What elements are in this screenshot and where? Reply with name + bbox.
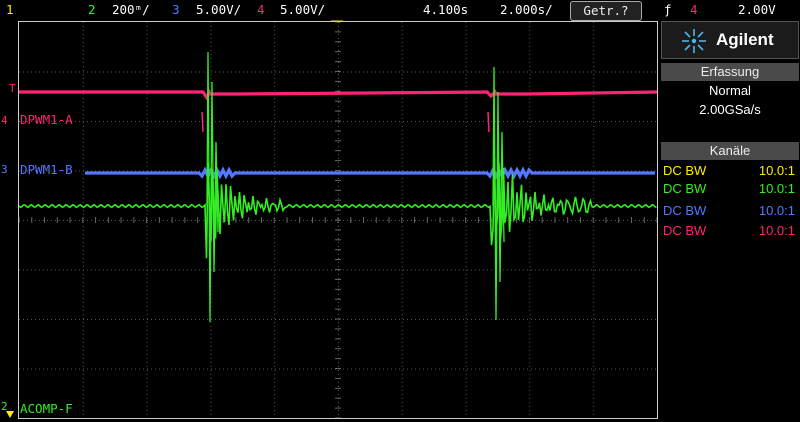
channels-header[interactable]: Kanäle <box>661 142 799 160</box>
waveform-display[interactable] <box>18 21 658 419</box>
ch3-probe: 10.0:1 <box>758 203 795 218</box>
ch4-edge-spikes <box>201 111 490 133</box>
ch2-label: ACOMP-F <box>20 401 73 416</box>
ch3-label: DPWM1-B <box>20 162 73 177</box>
ch4-ground-marker[interactable]: 4 <box>1 114 8 127</box>
brand-logo: Agilent <box>661 21 799 59</box>
brand-name: Agilent <box>716 30 774 49</box>
acquisition-header[interactable]: Erfassung <box>661 63 799 81</box>
ch4-probe: 10.0:1 <box>758 223 795 238</box>
ch1-ground-arrow-icon[interactable] <box>5 410 15 420</box>
ch4-label: DPWM1-A <box>20 112 73 127</box>
ch2-coupling: DC BW <box>663 181 707 196</box>
ch3-trace <box>85 166 655 180</box>
ch4-coupling: DC BW <box>663 223 707 238</box>
channel-row-4[interactable]: DC BW 10.0:1 <box>663 223 797 239</box>
acquisition-mode: Normal <box>709 83 751 98</box>
ch3-coupling: DC BW <box>663 203 707 218</box>
sample-rate: 2.00GSa/s <box>699 102 761 117</box>
channel-row-3[interactable]: DC BW 10.0:1 <box>663 203 797 219</box>
channel-row-1[interactable]: DC BW 10.0:1 <box>663 163 797 179</box>
side-panel: Agilent Erfassung Normal 2.00GSa/s Kanäl… <box>661 21 799 419</box>
channel-row-2[interactable]: DC BW 10.0:1 <box>663 181 797 197</box>
ch3-ground-marker[interactable]: 3 <box>1 163 8 176</box>
agilent-spark-icon <box>682 29 706 53</box>
ch4-trace <box>19 87 657 102</box>
trigger-level-marker[interactable]: T <box>9 82 16 95</box>
waveform-traces <box>19 51 657 323</box>
ch2-probe: 10.0:1 <box>758 181 795 196</box>
ch1-coupling: DC BW <box>663 163 707 178</box>
ch1-probe: 10.0:1 <box>758 163 795 178</box>
